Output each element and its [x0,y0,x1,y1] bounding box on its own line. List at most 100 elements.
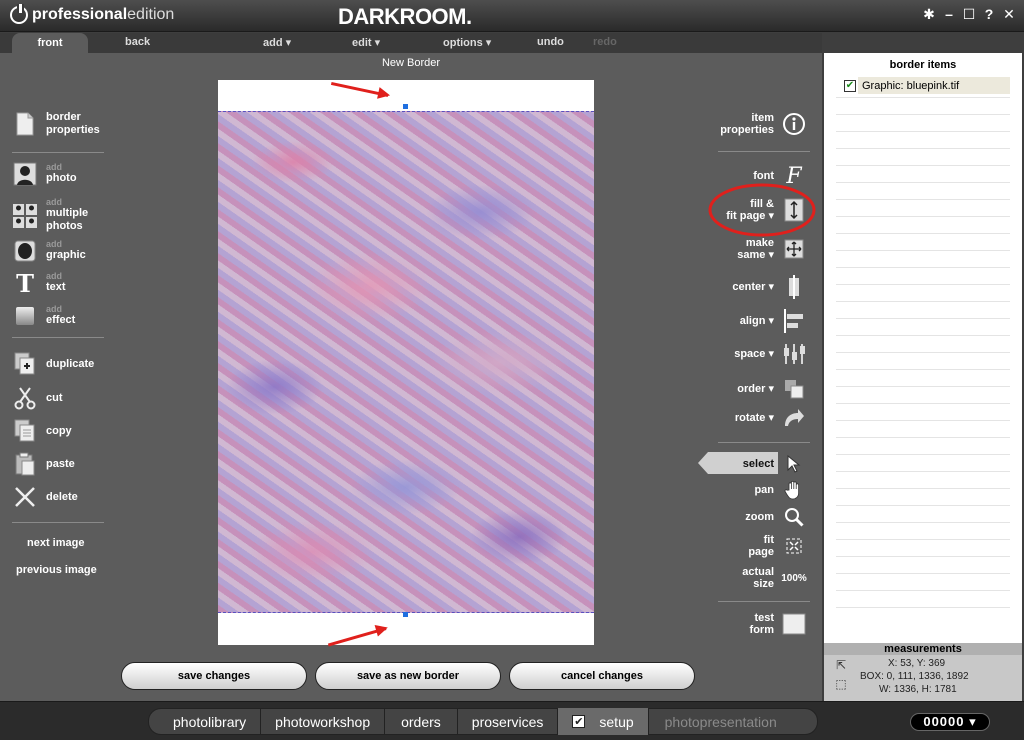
label: size [753,578,774,590]
hand-icon [782,478,806,502]
add-effect-button[interactable]: add effect [12,303,75,329]
rotate-arrow-icon [782,406,806,430]
label: test [754,612,774,624]
power-icon[interactable] [10,4,28,24]
next-image-link[interactable]: next image [27,537,84,549]
maximize-icon[interactable]: ☐ [962,6,976,23]
center-align-icon [782,275,806,299]
magnifier-icon [782,505,806,529]
actual-size-label: 100% [781,572,807,584]
label: cut [46,391,63,404]
label: delete [46,490,78,503]
pan-tool-button[interactable]: pan [754,478,806,502]
divider [836,573,1010,574]
actual-size-button[interactable]: actual size 100% [742,566,807,590]
label: add [46,197,63,207]
space-button[interactable]: space ▾ [734,342,806,366]
checkbox-icon: ✔ [572,715,586,728]
counter-dropdown[interactable]: 00000 ▾ [910,713,990,731]
order-layers-icon [782,377,806,401]
list-item[interactable]: ✔ Graphic: bluepink.tif [844,77,1010,94]
label: actual [742,566,774,578]
rotate-button[interactable]: rotate ▾ [735,406,806,430]
label: text [46,281,66,293]
center-button[interactable]: center ▾ [732,275,806,299]
redo-button: redo [593,36,617,48]
tab-setup[interactable]: ✔ setup [558,708,649,735]
tab-front[interactable]: front [12,33,88,53]
add-text-button[interactable]: T add text [12,269,66,298]
cancel-changes-button[interactable]: cancel changes [509,662,695,690]
tab-label: setup [599,713,634,730]
label: form [749,624,774,636]
divider [836,233,1010,234]
blank-form-icon [782,612,806,636]
save-changes-button[interactable]: save changes [121,662,307,690]
border-properties-button[interactable]: border properties [12,111,100,137]
tab-back[interactable]: back [125,36,150,48]
border-items-panel: border items ✔ Graphic: bluepink.tif [824,53,1022,643]
close-icon[interactable]: ✕ [1002,6,1016,23]
label: order ▾ [737,383,774,395]
divider [836,199,1010,200]
module-tabs: photolibrary photoworkshop orders proser… [148,708,818,735]
copy-button[interactable]: copy [12,418,72,444]
document-title: New Border [381,57,441,69]
menu-edit[interactable]: edit ▾ [352,36,380,49]
measurements-title: measurements [824,643,1022,655]
brand: professional edition [10,4,174,24]
info-icon [782,112,806,136]
previous-image-link[interactable]: previous image [16,564,97,576]
tab-proservices[interactable]: proservices [458,708,559,735]
zoom-tool-button[interactable]: zoom [745,505,806,529]
divider [836,386,1010,387]
divider [12,152,104,153]
delete-button[interactable]: delete [12,484,78,510]
bounding-box-icon: ⬚ [835,677,847,691]
menu-add[interactable]: add ▾ [263,36,291,49]
select-tool-button[interactable]: select [743,452,806,476]
tab-orders[interactable]: orders [385,708,458,735]
pointer-icon [782,452,806,476]
divider [836,454,1010,455]
paste-button[interactable]: paste [12,451,75,477]
top-resize-handle[interactable] [403,104,408,109]
divider [836,216,1010,217]
minimize-icon[interactable]: – [942,6,956,23]
undo-button[interactable]: undo [537,36,564,48]
add-graphic-button[interactable]: add graphic [12,238,86,264]
item-checkbox[interactable]: ✔ [844,79,856,92]
help-icon[interactable]: ? [982,6,996,23]
menu-bar: front back add ▾ edit ▾ options ▾ undo r… [0,33,822,53]
border-page[interactable] [218,80,594,645]
tab-photolibrary[interactable]: photolibrary [149,708,262,735]
page-icon [12,111,38,137]
label: select [742,458,774,470]
divider [836,301,1010,302]
label: fit [763,534,774,546]
align-button[interactable]: align ▾ [740,309,806,333]
divider [836,182,1010,183]
order-button[interactable]: order ▾ [737,377,806,401]
cut-button[interactable]: cut [12,385,63,411]
test-form-button[interactable]: test form [750,612,806,636]
bottom-resize-handle[interactable] [403,612,408,617]
settings-icon[interactable]: ✱ [922,6,936,23]
divider [836,97,1010,98]
fit-page-button[interactable]: fit page [748,534,806,558]
label: duplicate [46,357,95,370]
graphic-bluepink[interactable] [218,111,594,613]
save-as-new-border-button[interactable]: save as new border [315,662,501,690]
item-properties-button[interactable]: item properties [720,112,806,136]
cursor-position: X: 53, Y: 369 [888,658,946,669]
duplicate-button[interactable]: duplicate [12,351,94,377]
make-same-button[interactable]: make same ▾ [737,237,806,261]
add-multiple-photos-button[interactable]: add multiple photos [12,198,88,233]
divider [836,250,1010,251]
add-photo-button[interactable]: add photo [12,161,77,187]
divider [836,352,1010,353]
fit-page-icon [782,534,806,558]
tab-photoworkshop[interactable]: photoworkshop [261,708,386,735]
menu-options[interactable]: options ▾ [443,36,491,49]
label: add [46,162,63,172]
